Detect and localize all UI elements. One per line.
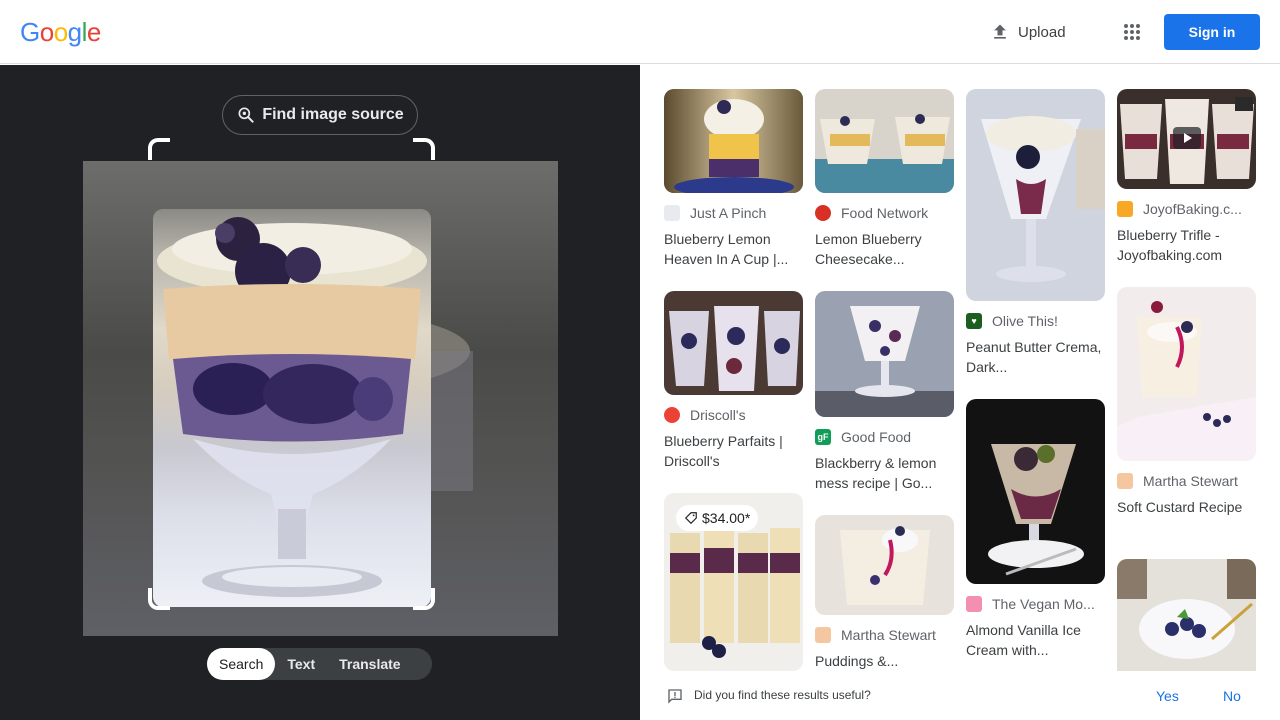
source-favicon [815,205,831,221]
find-image-source-button[interactable]: Find image source [222,95,418,135]
crop-handle-bottom-right[interactable] [413,588,435,610]
result-title[interactable]: Soft Custard Recipe [1117,497,1256,537]
result-card[interactable]: The Vegan Mo... Almond Vanilla Ice Cream… [966,399,1105,660]
result-thumbnail [815,291,954,417]
upload-button[interactable]: Upload [990,20,1066,44]
result-title[interactable]: Blueberry Parfaits | Driscoll's [664,431,803,471]
result-thumbnail [664,89,803,193]
top-bar: Google Upload Sign in [0,0,1280,64]
result-card[interactable]: Food Network Lemon Blueberry Cheesecake.… [815,89,954,269]
mode-text-tab[interactable]: Text [275,648,327,680]
result-card[interactable] [1117,559,1256,671]
result-source: The Vegan Mo... [992,596,1095,612]
results-feedback-bar: Did you find these results useful? Yes N… [640,671,1280,720]
source-favicon [966,596,982,612]
result-title[interactable]: Blueberry Trifle - Joyofbaking.com [1117,225,1256,265]
result-card[interactable]: Driscoll's Blueberry Parfaits | Driscoll… [664,291,803,471]
result-source: Driscoll's [690,407,746,423]
result-source: Food Network [841,205,929,221]
result-card[interactable]: Martha Stewart Puddings &... [815,515,954,671]
logo-letter: g [67,17,82,47]
result-title[interactable]: Peanut Butter Crema, Dark... [966,337,1105,377]
sign-in-button[interactable]: Sign in [1164,14,1260,50]
price-tag-icon [684,512,697,525]
video-play-icon [1173,127,1201,149]
source-favicon [1117,473,1133,489]
lens-search-icon [238,107,254,123]
query-image [83,161,558,636]
apps-grid-icon[interactable] [1120,20,1144,44]
result-thumbnail [1117,287,1256,461]
result-card[interactable]: Just A Pinch Blueberry Lemon Heaven In A… [664,89,803,269]
result-card[interactable]: gF Good Food Blackberry & lemon mess reci… [815,291,954,493]
result-thumbnail [815,515,954,615]
feedback-icon [668,689,682,704]
logo-letter: o [39,17,54,47]
result-card[interactable]: $34.00* [664,493,803,671]
mode-search-tab[interactable]: Search [207,648,276,680]
source-favicon [664,407,680,423]
feedback-yes-button[interactable]: Yes [1156,688,1179,704]
result-thumbnail [966,399,1105,584]
upload-label: Upload [1018,23,1066,41]
mode-translate-tab[interactable]: Translate [327,648,412,680]
selected-crop-area[interactable] [153,209,431,607]
result-title[interactable]: Almond Vanilla Ice Cream with... [966,620,1105,660]
result-thumbnail [966,89,1105,301]
logo-letter: e [86,17,101,47]
result-title[interactable]: Lemon Blueberry Cheesecake... [815,229,954,269]
feedback-question: Did you find these results useful? [694,688,871,702]
feedback-no-button[interactable]: No [1223,688,1241,704]
result-thumbnail: $34.00* [664,493,803,671]
result-card[interactable]: ♥ Olive This! Peanut Butter Crema, Dark..… [966,89,1105,377]
logo-letter: o [53,17,68,47]
result-source: Martha Stewart [1143,473,1238,489]
result-source: Olive This! [992,313,1058,329]
result-source: Good Food [841,429,912,445]
find-image-source-label: Find image source [262,106,404,123]
result-thumbnail [664,291,803,395]
result-card[interactable]: JoyofBaking.c... Blueberry Trifle - Joyo… [1117,89,1256,265]
lens-mode-switcher: Search Text Translate [207,648,432,680]
result-title[interactable]: Puddings &... [815,651,954,671]
result-source: Just A Pinch [690,205,767,221]
source-favicon [815,627,831,643]
result-thumbnail [1117,559,1256,671]
visual-matches-grid: Just A Pinch Blueberry Lemon Heaven In A… [640,65,1280,671]
price-badge: $34.00* [676,505,759,531]
source-favicon [664,205,680,221]
crop-handle-bottom-left[interactable] [148,588,170,610]
result-thumbnail [815,89,954,193]
source-favicon [1117,201,1133,217]
result-card[interactable]: Martha Stewart Soft Custard Recipe [1117,287,1256,537]
logo-letter: G [20,17,40,47]
crop-handle-top-left[interactable] [148,138,170,160]
result-title[interactable]: Blackberry & lemon mess recipe | Go... [815,453,954,493]
source-favicon: gF [815,429,831,445]
upload-icon [994,24,1006,39]
result-thumbnail [1117,89,1256,189]
result-source: JoyofBaking.c... [1143,201,1242,217]
google-logo[interactable]: Google [20,17,101,48]
result-title[interactable]: Blueberry Lemon Heaven In A Cup |... [664,229,803,269]
crop-handle-top-right[interactable] [413,138,435,160]
source-favicon: ♥ [966,313,982,329]
result-source: Martha Stewart [841,627,936,643]
lens-image-panel: Find image source Search Text Translate [0,65,640,720]
